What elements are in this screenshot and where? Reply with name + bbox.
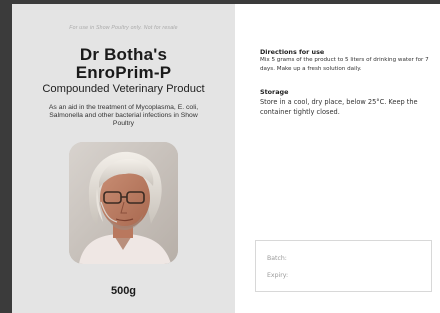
disclaimer-text: For use in Show Poultry only. Not for re… xyxy=(69,25,178,31)
document-canvas: For use in Show Poultry only. Not for re… xyxy=(0,0,440,313)
directions-text: Mix 5 grams of the product to 5 liters o… xyxy=(260,57,429,72)
directions-heading: Directions for use xyxy=(260,48,325,56)
portrait-photo xyxy=(69,142,178,264)
product-title-line2: EnroPrim-P xyxy=(75,63,172,82)
net-weight: 500g xyxy=(110,285,137,297)
portrait-image xyxy=(69,142,178,264)
expiry-label: Expiry: xyxy=(267,272,289,279)
label-front-panel: For use in Show Poultry only. Not for re… xyxy=(12,4,235,313)
product-title-line1: Dr Botha's xyxy=(79,45,168,64)
label-back-panel: Directions for use Mix 5 grams of the pr… xyxy=(235,4,440,313)
batch-expiry-box: Batch: Expiry: xyxy=(255,240,432,292)
storage-heading: Storage xyxy=(260,88,289,96)
product-description: As an aid in the treatment of Mycoplasma… xyxy=(48,104,199,128)
storage-text: Store in a cool, dry place, below 25°C. … xyxy=(260,98,418,116)
product-label: For use in Show Poultry only. Not for re… xyxy=(12,4,440,313)
product-type: Compounded Veterinary Product xyxy=(42,83,205,95)
batch-label: Batch: xyxy=(267,255,287,262)
